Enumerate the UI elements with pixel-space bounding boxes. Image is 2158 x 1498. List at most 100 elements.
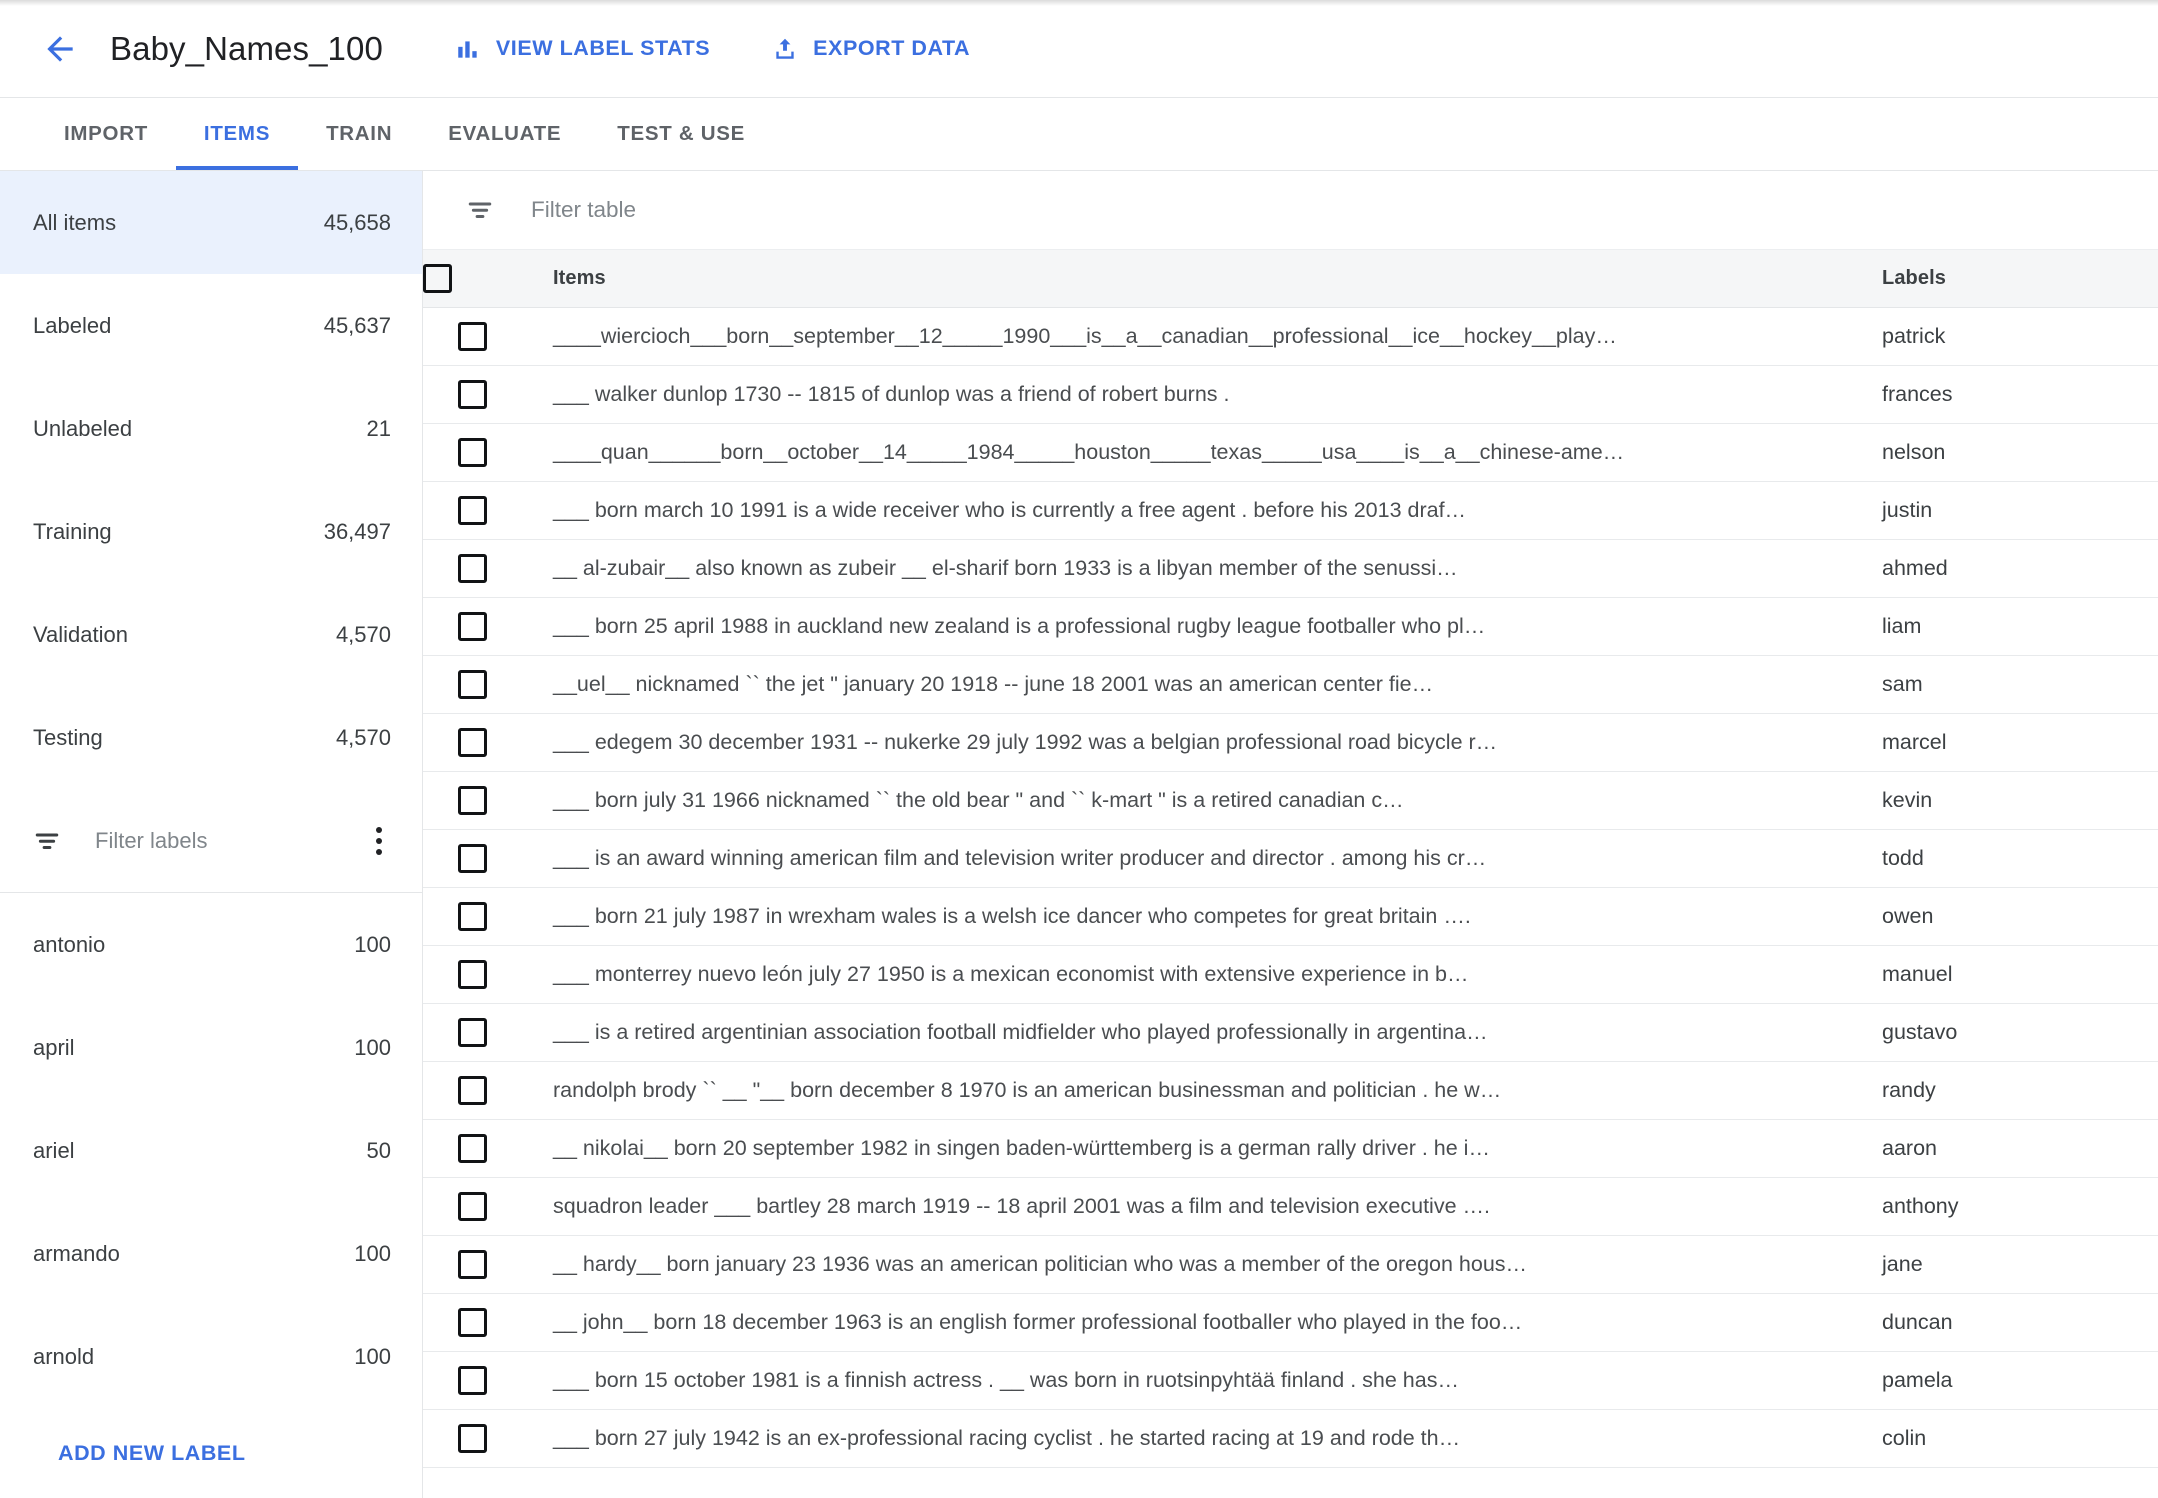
table-row[interactable]: ___ walker dunlop 1730 -- 1815 of dunlop… — [423, 365, 2158, 424]
sidebar-label-arnold-name: arnold — [33, 1343, 95, 1369]
sidebar-label-april[interactable]: april 100 — [0, 996, 422, 1099]
table-row[interactable]: ___ born 25 april 1988 in auckland new z… — [423, 597, 2158, 656]
row-checkbox[interactable] — [457, 901, 487, 931]
sidebar-label-armando[interactable]: armando 100 — [0, 1202, 422, 1305]
table-header-row: Items Labels — [423, 250, 2158, 308]
row-checkbox[interactable] — [457, 727, 487, 757]
row-checkbox[interactable] — [457, 437, 487, 467]
row-checkbox-cell — [423, 1061, 521, 1120]
table-row[interactable]: ___ born march 10 1991 is a wide receive… — [423, 481, 2158, 540]
row-checkbox[interactable] — [457, 1017, 487, 1047]
sidebar-label-arnold[interactable]: arnold 100 — [0, 1305, 422, 1408]
column-header-items[interactable]: Items — [521, 250, 1860, 308]
sidebar-item-validation[interactable]: Validation 4,570 — [0, 583, 422, 686]
filter-table-input[interactable]: Filter table — [531, 197, 636, 223]
tab-train[interactable]: TRAIN — [298, 98, 420, 170]
sidebar-label-ariel[interactable]: ariel 50 — [0, 1099, 422, 1202]
row-label: frances — [1860, 365, 2158, 424]
arrow-back-icon — [47, 35, 73, 62]
row-checkbox-cell — [423, 713, 521, 772]
row-checkbox[interactable] — [457, 1075, 487, 1105]
tab-test-use-label: TEST & USE — [617, 122, 746, 145]
row-label: liam — [1860, 597, 2158, 656]
column-header-labels[interactable]: Labels — [1860, 250, 2158, 308]
row-label: manuel — [1860, 945, 2158, 1004]
row-label: kevin — [1860, 771, 2158, 830]
row-label: justin — [1860, 481, 2158, 540]
view-label-stats-button[interactable]: VIEW LABEL STATS — [455, 36, 710, 62]
sidebar-item-testing[interactable]: Testing 4,570 — [0, 686, 422, 789]
table-row[interactable]: ___ born 21 july 1987 in wrexham wales i… — [423, 887, 2158, 946]
sidebar-label-antonio-count: 100 — [354, 931, 391, 957]
row-checkbox[interactable] — [457, 553, 487, 583]
row-checkbox[interactable] — [457, 1249, 487, 1279]
row-checkbox[interactable] — [457, 321, 487, 351]
row-label: pamela — [1860, 1351, 2158, 1410]
table-row[interactable]: __ al-zubair__ also known as zubeir __ e… — [423, 539, 2158, 598]
filter-icon — [465, 195, 495, 225]
top-app-bar: Baby_Names_100 VIEW LABEL STATS EXPORT D… — [0, 0, 2158, 98]
filter-labels-input[interactable]: Filter labels — [95, 828, 362, 854]
table-row[interactable]: ___ is a retired argentinian association… — [423, 1003, 2158, 1062]
table-row[interactable]: ___ born july 31 1966 nicknamed `` the o… — [423, 771, 2158, 830]
row-checkbox-cell — [423, 771, 521, 830]
select-all-checkbox[interactable] — [423, 263, 452, 293]
row-checkbox[interactable] — [457, 785, 487, 815]
table-row[interactable]: ___ is an award winning american film an… — [423, 829, 2158, 888]
row-checkbox-cell — [423, 365, 521, 424]
row-label: patrick — [1860, 307, 2158, 366]
sidebar-item-testing-label: Testing — [33, 724, 103, 750]
sidebar-item-unlabeled[interactable]: Unlabeled 21 — [0, 377, 422, 480]
table-row[interactable]: squadron leader ___ bartley 28 march 191… — [423, 1177, 2158, 1236]
row-label: gustavo — [1860, 1003, 2158, 1062]
tab-test-use[interactable]: TEST & USE — [589, 98, 773, 170]
filter-labels-bar: Filter labels — [0, 789, 422, 893]
row-item-text: __ hardy__ born january 23 1936 was an a… — [521, 1235, 1860, 1294]
sidebar-item-training[interactable]: Training 36,497 — [0, 480, 422, 583]
row-item-text: ____wiercioch___born__september__12_____… — [521, 307, 1860, 366]
row-checkbox[interactable] — [457, 669, 487, 699]
tab-items[interactable]: ITEMS — [175, 98, 299, 170]
table-row[interactable]: __ nikolai__ born 20 september 1982 in s… — [423, 1119, 2158, 1178]
table-row[interactable]: ___ monterrey nuevo león july 27 1950 is… — [423, 945, 2158, 1004]
tab-import[interactable]: IMPORT — [36, 98, 176, 170]
back-button[interactable] — [38, 27, 82, 71]
row-checkbox-cell — [423, 481, 521, 540]
table-row[interactable]: __ hardy__ born january 23 1936 was an a… — [423, 1235, 2158, 1294]
sidebar-label-ariel-count: 50 — [366, 1137, 391, 1163]
row-checkbox[interactable] — [457, 1365, 487, 1395]
row-checkbox[interactable] — [457, 1423, 487, 1453]
sidebar-label-antonio[interactable]: antonio 100 — [0, 893, 422, 996]
row-checkbox[interactable] — [457, 495, 487, 525]
sidebar-item-all-items-count: 45,658 — [323, 209, 391, 235]
more-vert-icon[interactable] — [362, 821, 396, 861]
table-row[interactable]: __ john__ born 18 december 1963 is an en… — [423, 1293, 2158, 1352]
row-checkbox[interactable] — [457, 959, 487, 989]
add-new-label-button[interactable]: ADD NEW LABEL — [0, 1408, 422, 1498]
table-row[interactable]: ___ born 27 july 1942 is an ex-professio… — [423, 1409, 2158, 1468]
table-row[interactable]: ___ born 15 october 1981 is a finnish ac… — [423, 1351, 2158, 1410]
row-checkbox-cell — [423, 307, 521, 366]
table-row[interactable]: randolph brody `` __ "__ born december 8… — [423, 1061, 2158, 1120]
row-checkbox[interactable] — [457, 1133, 487, 1163]
row-checkbox[interactable] — [457, 843, 487, 873]
row-checkbox[interactable] — [457, 379, 487, 409]
items-table-head: Items Labels — [423, 250, 2158, 308]
row-checkbox[interactable] — [457, 1191, 487, 1221]
sidebar-item-labeled-count: 45,637 — [323, 312, 391, 338]
export-data-button[interactable]: EXPORT DATA — [772, 36, 970, 62]
row-checkbox[interactable] — [457, 1307, 487, 1337]
row-checkbox[interactable] — [457, 611, 487, 641]
table-row[interactable]: ___ edegem 30 december 1931 -- nukerke 2… — [423, 713, 2158, 772]
row-checkbox-cell — [423, 1351, 521, 1410]
row-checkbox-cell — [423, 655, 521, 714]
sidebar-item-labeled[interactable]: Labeled 45,637 — [0, 274, 422, 377]
tab-evaluate[interactable]: EVALUATE — [420, 98, 589, 170]
sidebar-label-armando-name: armando — [33, 1240, 120, 1266]
row-item-text: ___ born march 10 1991 is a wide receive… — [521, 481, 1860, 540]
table-row[interactable]: ____quan______born__october__14_____1984… — [423, 423, 2158, 482]
sidebar-label-ariel-name: ariel — [33, 1137, 75, 1163]
sidebar-item-all-items[interactable]: All items 45,658 — [0, 171, 422, 274]
table-row[interactable]: ____wiercioch___born__september__12_____… — [423, 307, 2158, 366]
table-row[interactable]: __uel__ nicknamed `` the jet " january 2… — [423, 655, 2158, 714]
